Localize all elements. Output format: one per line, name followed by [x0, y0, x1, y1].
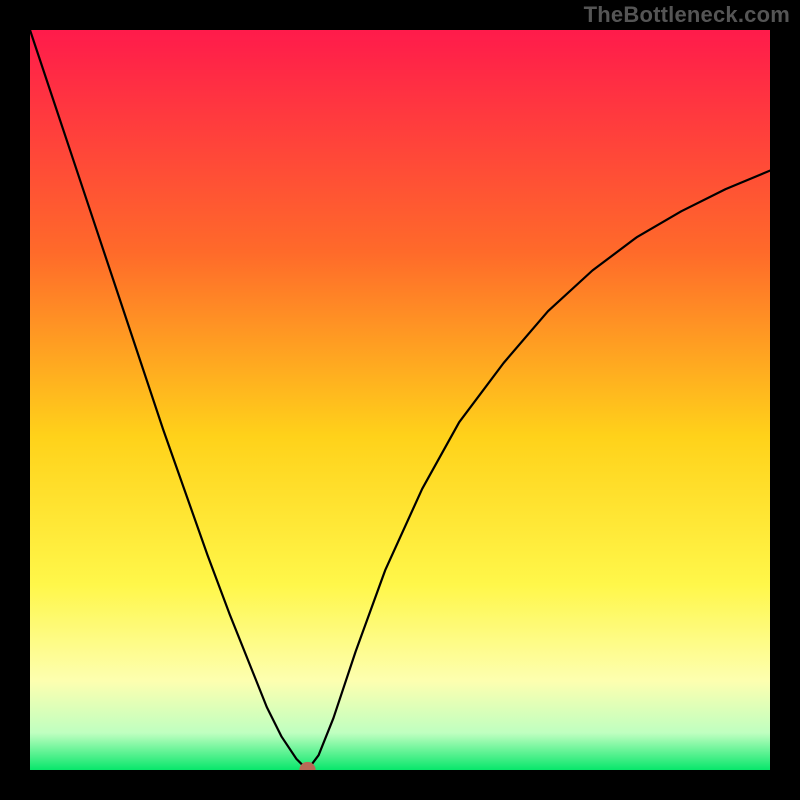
- chart-svg: [30, 30, 770, 770]
- watermark-text: TheBottleneck.com: [584, 2, 790, 28]
- plot-area: [30, 30, 770, 770]
- chart-frame: TheBottleneck.com: [0, 0, 800, 800]
- gradient-background: [30, 30, 770, 770]
